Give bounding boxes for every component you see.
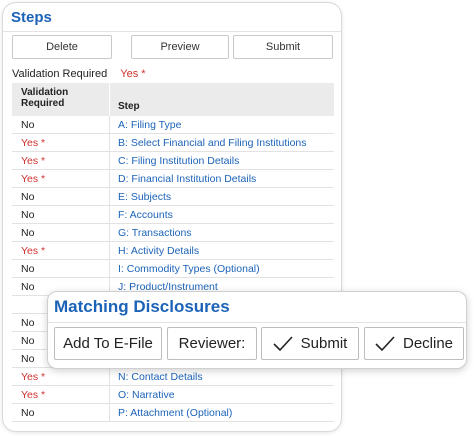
checkmark-icon [375,335,395,351]
submit-button[interactable]: Submit [233,35,333,59]
table-row: Yes * D: Financial Institution Details [12,170,334,188]
validation-summary-value: Yes * [120,68,146,80]
table-row: No F: Accounts [12,206,334,224]
validation-cell: No [12,260,110,277]
validation-cell: No [12,116,110,133]
add-to-efile-label: Add To E-File [63,335,153,352]
validation-summary: Validation Required Yes * [12,68,146,80]
table-row: No E: Subjects [12,188,334,206]
step-link[interactable]: C: Filing Institution Details [110,155,334,167]
step-link[interactable]: F: Accounts [110,209,334,221]
reviewer-button[interactable]: Reviewer: [167,327,257,360]
table-row: Yes * C: Filing Institution Details [12,152,334,170]
step-link[interactable]: A: Filing Type [110,119,334,131]
validation-cell: Yes * [12,242,110,259]
table-row: No I: Commodity Types (Optional) [12,260,334,278]
validation-cell: Yes * [12,386,110,403]
add-to-efile-button[interactable]: Add To E-File [54,327,162,360]
validation-cell: No [12,404,110,421]
header-step: Step [118,101,140,112]
step-link[interactable]: H: Activity Details [110,245,334,257]
step-link[interactable]: D: Financial Institution Details [110,173,334,185]
steps-title: Steps [11,9,52,26]
disclosure-decline-button[interactable]: Decline [364,327,464,360]
table-row: No A: Filing Type [12,116,334,134]
table-row: Yes * O: Narrative [12,386,334,404]
checkmark-icon [273,335,293,351]
validation-cell: Yes * [12,134,110,151]
disclosure-submit-button[interactable]: Submit [261,327,359,360]
validation-cell: No [12,224,110,241]
step-link[interactable]: N: Contact Details [110,371,334,383]
matching-disclosures-panel: Matching Disclosures Add To E-File Revie… [47,291,467,369]
table-row: Yes * B: Select Financial and Filing Inst… [12,134,334,152]
table-body: No A: Filing Type Yes * B: Select Financial… [12,116,334,422]
validation-summary-label: Validation Required [12,68,108,80]
table-header: Validation Required Step [12,83,334,116]
steps-table: Validation Required Step No A: Filing Typ… [12,83,334,422]
step-link[interactable]: O: Narrative [110,389,334,401]
disclosure-decline-label: Decline [402,335,454,352]
validation-cell: No [12,188,110,205]
steps-divider [3,31,341,32]
validation-cell: Yes * [12,368,110,385]
table-row: No G: Transactions [12,224,334,242]
header-validation-required: Validation Required [12,83,110,116]
table-row: No P: Attachment (Optional) [12,404,334,422]
preview-button[interactable]: Preview [131,35,229,59]
table-row: Yes * N: Contact Details [12,368,334,386]
validation-cell: Yes * [12,170,110,187]
step-link[interactable]: G: Transactions [110,227,334,239]
disclosures-divider [48,322,466,323]
table-row: Yes * H: Activity Details [12,242,334,260]
step-link[interactable]: B: Select Financial and Filing Instituti… [110,137,334,149]
matching-disclosures-title: Matching Disclosures [54,297,230,316]
delete-button[interactable]: Delete [12,35,112,59]
step-link[interactable]: I: Commodity Types (Optional) [110,263,334,275]
reviewer-label: Reviewer: [178,335,246,352]
disclosure-submit-label: Submit [300,335,348,352]
step-link[interactable]: E: Subjects [110,191,334,203]
validation-cell: Yes * [12,152,110,169]
step-link[interactable]: P: Attachment (Optional) [110,407,334,419]
header-validation-line2: Required [21,98,65,109]
header-validation-line1: Validation [21,87,69,98]
validation-cell: No [12,206,110,223]
